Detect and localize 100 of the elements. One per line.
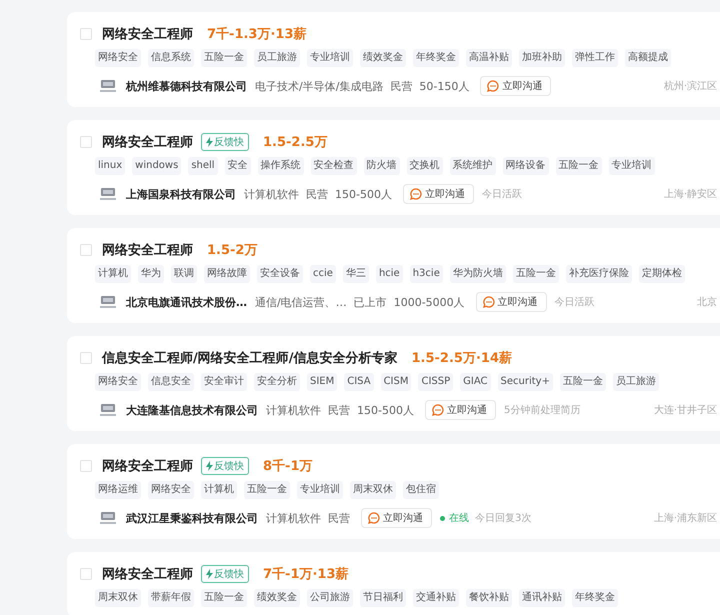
- salary: 1.5-2.5万: [263, 134, 328, 151]
- company-info: 已上市: [354, 294, 387, 310]
- job-tag: 餐饮补贴: [466, 589, 512, 607]
- company-info: 50-150人: [419, 78, 470, 94]
- job-tag: 网络运维: [95, 481, 141, 499]
- company-info: 通信/电信运营、…: [255, 294, 347, 310]
- job-tag: CISA: [344, 373, 374, 391]
- job-tag: 计算机: [201, 481, 237, 499]
- checkbox[interactable]: [80, 568, 92, 580]
- job-tag: 公司旅游: [307, 589, 353, 607]
- chat-button[interactable]: 立即沟通: [402, 184, 474, 204]
- job-tag: 网络安全: [95, 373, 141, 391]
- feedback-badge: 反馈快: [201, 565, 249, 583]
- job-tag: 网络故障: [204, 265, 250, 283]
- job-tag: 专业培训: [307, 49, 353, 67]
- company-info: 计算机软件: [244, 186, 299, 202]
- job-tag: 绩效奖金: [254, 589, 300, 607]
- job-tag: 安全设备: [257, 265, 303, 283]
- job-tag: 周末双休: [95, 589, 141, 607]
- company-info: 民营: [328, 510, 350, 526]
- job-tag: 五险一金: [244, 481, 290, 499]
- job-tag: Security+: [498, 373, 553, 391]
- job-tag: 五险一金: [560, 373, 606, 391]
- company-logo-icon: [98, 403, 118, 417]
- job-tag: 华为防火墙: [450, 265, 506, 283]
- checkbox[interactable]: [80, 352, 92, 364]
- job-tag: 绩效奖金: [360, 49, 406, 67]
- job-tag: 通讯补贴: [519, 589, 565, 607]
- company-name[interactable]: 上海国泉科技有限公司: [126, 186, 236, 202]
- job-location: 上海·静安区: [664, 188, 717, 201]
- activity-status: 今日活跃: [554, 296, 595, 309]
- job-tag: 操作系统: [258, 157, 304, 175]
- salary: 1.5-2.5万·14薪: [412, 350, 512, 367]
- company-name[interactable]: 大连隆基信息技术有限公司: [126, 402, 258, 418]
- job-title[interactable]: 网络安全工程师: [102, 133, 193, 151]
- job-location: 上海·浦东新区: [654, 512, 717, 525]
- job-tag: 信息系统: [148, 49, 194, 67]
- company-info: 民营: [328, 402, 350, 418]
- job-tag: SIEM: [307, 373, 338, 391]
- company-info: 1000-5000人: [394, 294, 465, 310]
- job-tag: 补充医疗保险: [566, 265, 632, 283]
- job-tag: 周末双休: [350, 481, 396, 499]
- job-tag: 安全审计: [201, 373, 247, 391]
- job-tag: 安全检查: [310, 157, 357, 175]
- chat-bubble-icon: [410, 188, 422, 200]
- job-tag: 安全分析: [254, 373, 300, 391]
- job-title[interactable]: 网络安全工程师: [102, 25, 193, 43]
- salary: 8千-1万: [263, 458, 312, 475]
- job-tag: 专业培训: [297, 481, 343, 499]
- salary: 7千-1万·13薪: [263, 566, 349, 583]
- job-tag: CISSP: [418, 373, 454, 391]
- job-tag: GIAC: [460, 373, 491, 391]
- job-tag: 五险一金: [201, 589, 247, 607]
- chat-bubble-icon: [368, 512, 380, 524]
- company-name[interactable]: 北京电旗通讯技术股份…: [126, 294, 247, 310]
- job-tag: hcie: [376, 265, 403, 283]
- activity-status: 今日回复3次: [475, 512, 532, 525]
- activity-status: 今日活跃: [482, 188, 522, 201]
- online-status: 在线: [440, 511, 469, 525]
- checkbox[interactable]: [80, 28, 92, 40]
- company-info: 150-500人: [335, 186, 392, 202]
- job-tag: 网络安全: [148, 481, 194, 499]
- chat-button[interactable]: 立即沟通: [476, 292, 547, 312]
- job-tag: 专业培训: [608, 157, 655, 175]
- job-tag: ccie: [310, 265, 336, 283]
- chat-bubble-icon: [432, 404, 444, 416]
- job-tag: 带薪年假: [148, 589, 194, 607]
- job-tag: 安全: [224, 157, 251, 175]
- job-tag: 华三: [342, 265, 369, 283]
- company-name[interactable]: 杭州维慕德科技有限公司: [126, 78, 247, 94]
- job-tag: 交通补贴: [413, 589, 459, 607]
- job-title[interactable]: 信息安全工程师/网络安全工程师/信息安全分析专家: [102, 349, 398, 367]
- company-info: 电子技术/半导体/集成电路: [255, 78, 384, 94]
- salary: 7千-1.3万·13薪: [207, 26, 306, 43]
- checkbox[interactable]: [80, 136, 92, 148]
- salary: 1.5-2万: [207, 242, 258, 259]
- chat-bubble-icon: [482, 296, 495, 308]
- company-name[interactable]: 武汉江星秉鉴科技有限公司: [126, 510, 258, 526]
- chat-button[interactable]: 立即沟通: [480, 76, 552, 96]
- checkbox[interactable]: [80, 244, 92, 256]
- job-tag: 加班补助: [519, 49, 565, 67]
- checkbox[interactable]: [80, 460, 92, 472]
- job-tag: 五险一金: [201, 49, 247, 67]
- job-tag: 交换机: [406, 157, 443, 175]
- job-tag: 定期体检: [638, 265, 685, 283]
- job-title[interactable]: 网络安全工程师: [102, 565, 193, 583]
- company-info: 民营: [306, 186, 328, 202]
- job-title[interactable]: 网络安全工程师: [102, 241, 193, 259]
- job-tag: 年终奖金: [572, 589, 618, 607]
- job-location: 杭州·滨江区: [664, 80, 717, 93]
- chat-button[interactable]: 立即沟通: [361, 508, 432, 528]
- job-tag: 包住宿: [403, 481, 439, 499]
- chat-button[interactable]: 立即沟通: [424, 400, 496, 420]
- job-tag: 高额提成: [625, 49, 671, 67]
- job-title[interactable]: 网络安全工程师: [102, 457, 193, 475]
- feedback-badge: 反馈快: [201, 457, 249, 475]
- company-logo-icon: [98, 79, 118, 93]
- job-tag: 年终奖金: [413, 49, 459, 67]
- job-tag: 华为: [138, 265, 164, 283]
- job-tag: 网络设备: [502, 157, 549, 175]
